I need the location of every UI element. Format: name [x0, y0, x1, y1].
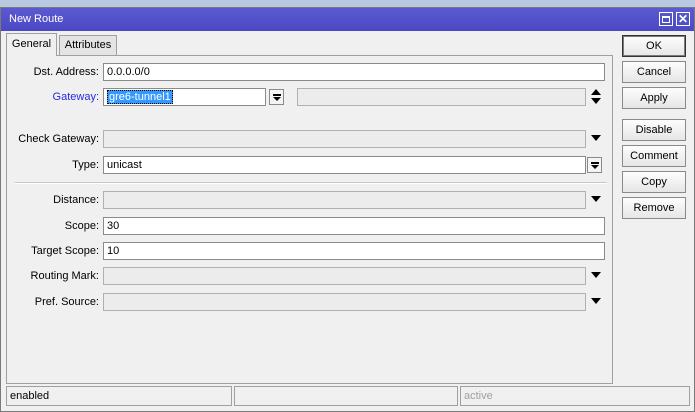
dst-address-label: Dst. Address: [33, 66, 99, 78]
scope-input[interactable]: 30 [103, 217, 605, 235]
status-active: active [460, 386, 690, 406]
type-dropdown-button[interactable] [587, 157, 602, 173]
gateway-extra-field [297, 88, 586, 106]
routing-mark-select[interactable] [103, 267, 586, 285]
maximize-icon [662, 15, 670, 23]
bar-icon [590, 161, 599, 164]
status-enabled: enabled [6, 386, 232, 406]
gateway-input[interactable]: gre6-tunnel1 [103, 88, 266, 106]
row-dst-address: Dst. Address: 0.0.0.0/0 [7, 63, 612, 81]
routing-mark-label: Routing Mark: [30, 270, 99, 282]
chevron-down-icon[interactable] [591, 196, 601, 202]
gateway-value: gre6-tunnel1 [107, 90, 173, 104]
separator [15, 182, 607, 184]
chevron-down-icon[interactable] [591, 298, 601, 304]
type-select[interactable]: unicast [103, 156, 586, 174]
distance-label: Distance: [53, 194, 99, 206]
target-scope-input[interactable]: 10 [103, 242, 605, 260]
row-scope: Scope: 30 [7, 217, 612, 235]
remove-button[interactable]: Remove [622, 197, 686, 219]
status-bar: enabled active [6, 386, 690, 407]
tab-general[interactable]: General [6, 33, 57, 56]
status-middle [234, 386, 458, 406]
comment-button[interactable]: Comment [622, 145, 686, 167]
row-gateway: Gateway: gre6-tunnel1 [7, 88, 612, 106]
chevron-down-icon [272, 96, 281, 101]
scope-label: Scope: [64, 220, 99, 232]
arrow-up-icon [591, 89, 601, 95]
disable-button[interactable]: Disable [622, 119, 686, 141]
row-distance: Distance: [7, 191, 612, 209]
chevron-down-icon[interactable] [591, 135, 601, 141]
arrow-down-icon [591, 98, 601, 104]
chevron-down-icon [590, 164, 599, 169]
chevron-down-icon[interactable] [591, 272, 601, 278]
row-pref-source: Pref. Source: [7, 293, 612, 311]
gateway-dropdown-button[interactable] [269, 89, 284, 105]
apply-button[interactable]: Apply [622, 87, 686, 109]
distance-select[interactable] [103, 191, 586, 209]
row-target-scope: Target Scope: 10 [7, 242, 612, 260]
close-button[interactable]: ✕ [676, 12, 690, 26]
add-remove-arrows[interactable] [591, 89, 601, 105]
row-type: Type: unicast [7, 156, 612, 174]
tab-attributes[interactable]: Attributes [59, 35, 117, 55]
title-bar[interactable]: New Route ✕ [1, 8, 694, 31]
ok-button[interactable]: OK [622, 35, 686, 57]
maximize-button[interactable] [659, 12, 673, 26]
type-label: Type: [72, 159, 99, 171]
row-check-gateway: Check Gateway: [7, 130, 612, 148]
new-route-window: New Route ✕ General Attributes Dst. Addr… [0, 7, 695, 412]
gateway-label[interactable]: Gateway: [53, 91, 99, 103]
pref-source-label: Pref. Source: [34, 296, 99, 308]
close-icon: ✕ [677, 12, 689, 26]
copy-button[interactable]: Copy [622, 171, 686, 193]
check-gateway-select[interactable] [103, 130, 586, 148]
target-scope-label: Target Scope: [31, 245, 99, 257]
pref-source-select[interactable] [103, 293, 586, 311]
window-title: New Route [9, 13, 64, 25]
bar-icon [272, 93, 281, 96]
check-gateway-label: Check Gateway: [18, 133, 99, 145]
dst-address-input[interactable]: 0.0.0.0/0 [103, 63, 605, 81]
row-routing-mark: Routing Mark: [7, 267, 612, 285]
general-panel: Dst. Address: 0.0.0.0/0 Gateway: gre6-tu… [6, 55, 613, 384]
cancel-button[interactable]: Cancel [622, 61, 686, 83]
